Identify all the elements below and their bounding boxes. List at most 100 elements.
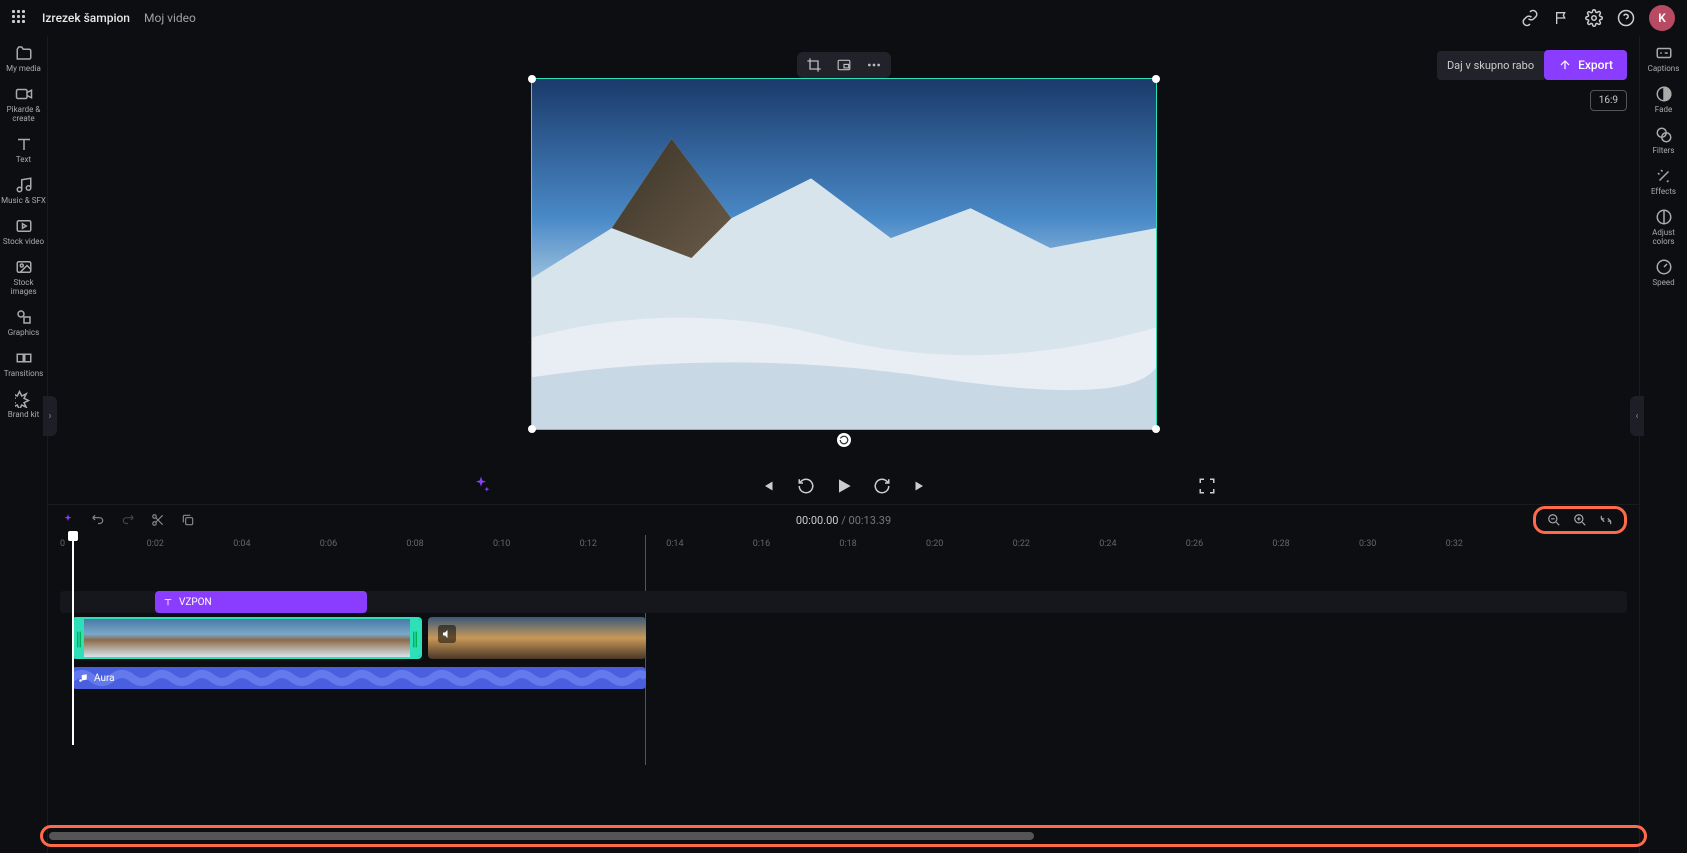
scissors-icon[interactable] (150, 512, 166, 528)
text-track[interactable]: VZPON (60, 591, 1627, 613)
label: Filters (1652, 146, 1674, 155)
current-time: 00:00.00 (796, 514, 839, 527)
sidebar-speed[interactable]: Speed (1641, 258, 1687, 287)
label: Fade (1655, 105, 1672, 114)
video-track[interactable]: ∥ ∥ (60, 617, 1627, 663)
skip-start-icon[interactable] (758, 476, 778, 496)
crop-icon[interactable] (805, 58, 823, 72)
timeline-ruler[interactable]: 00:020:040:060:080:100:120:140:160:180:2… (60, 535, 1627, 557)
label: Music & SFX (1, 196, 46, 205)
app-launcher-icon[interactable] (12, 10, 28, 26)
sidebar-my-media[interactable]: My media (1, 44, 47, 73)
project-title[interactable]: Moj video (144, 11, 196, 25)
zoom-controls-highlighted (1533, 506, 1627, 534)
export-button[interactable]: Export (1544, 50, 1627, 80)
fullscreen-icon[interactable] (1197, 476, 1217, 496)
ruler-tick: 0:10 (493, 539, 510, 549)
label: Effects (1651, 187, 1676, 196)
audio-track[interactable]: Aura (60, 667, 1627, 689)
right-sidebar: Captions Fade Filters Effects Adjust col… (1639, 36, 1687, 853)
sidebar-transitions[interactable]: Transitions (1, 349, 47, 378)
sidebar-filters[interactable]: Filters (1641, 126, 1687, 155)
video-clip-primary[interactable]: ∥ ∥ (72, 617, 422, 659)
sidebar-stock-images[interactable]: Stock images (1, 258, 47, 296)
sidebar-record-create[interactable]: Pikarde & create (1, 85, 47, 123)
sidebar-effects[interactable]: Effects (1641, 167, 1687, 196)
timeline-header: 00:00.00 / 00:13.39 (48, 505, 1639, 535)
ruler-tick: 0:14 (666, 539, 683, 549)
timeline-scroll-highlighted[interactable] (40, 825, 1647, 847)
label: Text (16, 155, 31, 164)
sidebar-text[interactable]: Text (1, 135, 47, 164)
sidebar-graphics[interactable]: Graphics (1, 308, 47, 337)
sidebar-captions[interactable]: Captions (1641, 44, 1687, 73)
ruler-tick: 0:32 (1446, 539, 1463, 549)
pip-icon[interactable] (835, 58, 853, 72)
ruler-tick: 0:30 (1359, 539, 1376, 549)
clip-grip-left[interactable]: ∥ (74, 619, 84, 657)
timeline-area: 00:00.00 / 00:13.39 00:020:040:060:080:1… (48, 504, 1639, 853)
clip-grip-right[interactable]: ∥ (410, 619, 420, 657)
ruler-tick: 0:28 (1272, 539, 1289, 549)
link-icon[interactable] (1521, 9, 1539, 27)
more-icon[interactable] (865, 58, 883, 72)
playhead[interactable] (72, 535, 74, 745)
volume-icon[interactable] (438, 625, 456, 643)
help-icon[interactable] (1617, 9, 1635, 27)
video-clip-secondary[interactable] (428, 617, 646, 659)
forward-icon[interactable] (872, 476, 892, 496)
user-avatar[interactable]: K (1649, 5, 1675, 31)
right-sidebar-collapse[interactable]: ‹ (1630, 396, 1644, 436)
sidebar-brand-kit[interactable]: Brand kit (1, 390, 47, 419)
ai-sparkle-icon[interactable] (470, 474, 492, 496)
ruler-tick: 0:02 (147, 539, 164, 549)
video-canvas[interactable] (531, 78, 1157, 430)
topbar-right: K (1521, 5, 1675, 31)
sidebar-stock-video[interactable]: Stock video (1, 217, 47, 246)
zoom-out-icon[interactable] (1546, 512, 1562, 528)
label: Pikarde & create (1, 105, 47, 123)
sidebar-fade[interactable]: Fade (1641, 85, 1687, 114)
zoom-in-icon[interactable] (1572, 512, 1588, 528)
text-clip[interactable]: VZPON (155, 591, 367, 613)
resize-handle-br[interactable] (1152, 425, 1160, 433)
export-label: Export (1578, 58, 1613, 72)
ruler-tick: 0:24 (1099, 539, 1116, 549)
resize-handle-bl[interactable] (528, 425, 536, 433)
ruler-tick: 0:12 (580, 539, 597, 549)
ruler-tick: 0:18 (839, 539, 856, 549)
magic-tool-icon[interactable] (60, 512, 76, 528)
center-column: Daj v skupno rabo Export 16:9 (48, 36, 1639, 853)
topbar-left: Izrezek šampion Moj video (12, 10, 196, 26)
text-clip-label: VZPON (179, 597, 212, 608)
undo-icon[interactable] (90, 512, 106, 528)
ruler-tick: 0:08 (406, 539, 423, 549)
playback-controls (758, 476, 930, 496)
sidebar-adjust-colors[interactable]: Adjust colors (1641, 208, 1687, 246)
share-export-group: Daj v skupno rabo Export (1437, 50, 1627, 80)
resize-handle-tr[interactable] (1152, 75, 1160, 83)
audio-clip-label: Aura (94, 673, 115, 684)
fit-icon[interactable] (1598, 512, 1614, 528)
resize-handle-tl[interactable] (528, 75, 536, 83)
ruler-tick: 0:06 (320, 539, 337, 549)
share-button[interactable]: Daj v skupno rabo (1437, 51, 1544, 80)
rewind-icon[interactable] (796, 476, 816, 496)
flag-icon[interactable] (1553, 9, 1571, 27)
canvas-toolbar (797, 52, 891, 78)
skip-end-icon[interactable] (910, 476, 930, 496)
text-icon (163, 597, 173, 607)
play-icon[interactable] (834, 476, 854, 496)
ruler-tick: 0:20 (926, 539, 943, 549)
aspect-ratio-badge[interactable]: 16:9 (1590, 90, 1627, 111)
ruler-tick: 0:22 (1013, 539, 1030, 549)
settings-icon[interactable] (1585, 9, 1603, 27)
rotate-handle[interactable] (837, 433, 851, 447)
duplicate-icon[interactable] (180, 512, 196, 528)
scroll-thumb[interactable] (49, 832, 1034, 840)
ruler-tick: 0:26 (1186, 539, 1203, 549)
audio-clip[interactable]: Aura (72, 667, 646, 689)
sidebar-music-sfx[interactable]: Music & SFX (1, 176, 47, 205)
redo-icon[interactable] (120, 512, 136, 528)
label: Brand kit (8, 410, 39, 419)
